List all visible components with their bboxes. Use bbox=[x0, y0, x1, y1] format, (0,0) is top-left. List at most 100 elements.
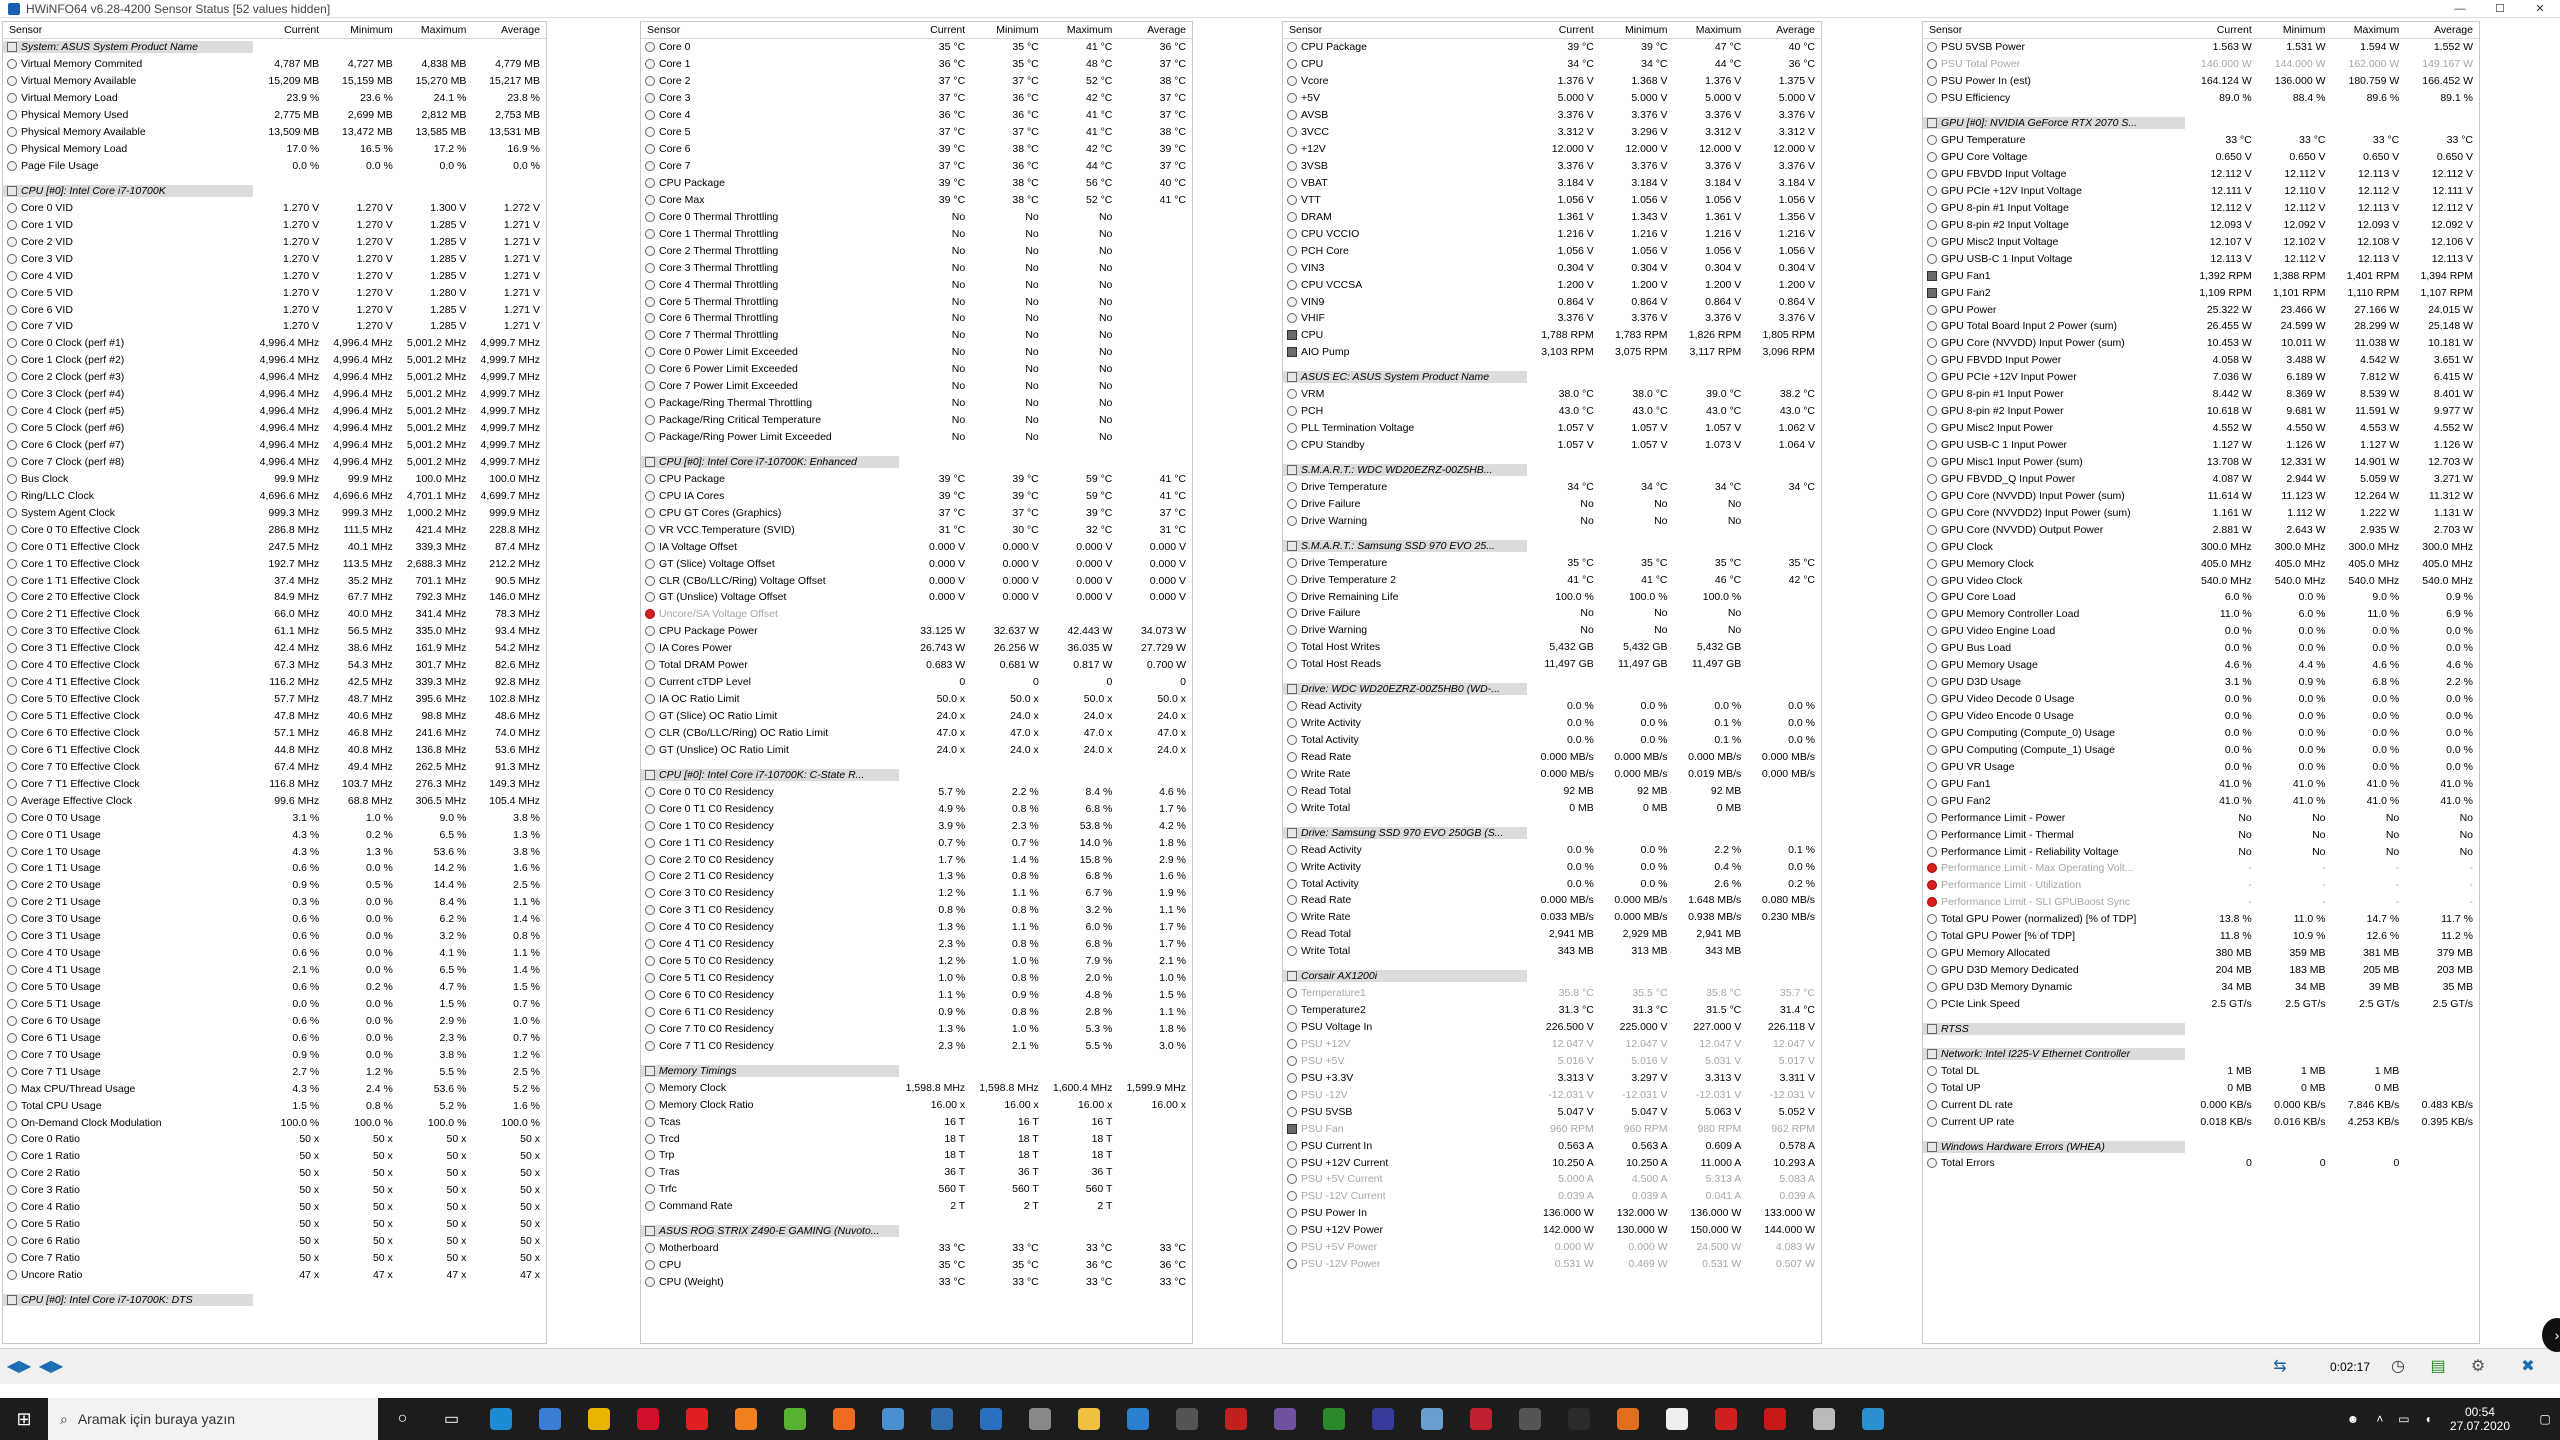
tray-chevron-icon[interactable]: ˄ bbox=[2368, 1412, 2392, 1426]
sensor-row[interactable]: Core 3 T1 Usage 0.6 % 0.0 % 3.2 % 0.8 % bbox=[3, 928, 546, 945]
sensor-row[interactable]: GPU D3D Usage 3.1 % 0.9 % 6.8 % 2.2 % bbox=[1923, 674, 2479, 691]
sensor-row[interactable]: Read Total 92 MB 92 MB 92 MB bbox=[1283, 782, 1821, 799]
sensor-row[interactable]: PCIe Link Speed 2.5 GT/s 2.5 GT/s 2.5 GT/s 2… bbox=[1923, 996, 2479, 1013]
sensor-row[interactable]: GPU Memory Allocated 380 MB 359 MB 381 MB 37… bbox=[1923, 945, 2479, 962]
app-icon-9[interactable] bbox=[1603, 1398, 1652, 1440]
sensor-row[interactable]: Performance Limit - Power No No No No bbox=[1923, 809, 2479, 826]
sensor-panel[interactable]: Sensor Current Minimum Maximum Average System… bbox=[2, 21, 547, 1344]
sensor-row[interactable]: IA Cores Power 26.743 W 26.256 W 36.035 W 27… bbox=[641, 640, 1192, 657]
sensor-row[interactable]: Core 7 VID 1.270 V 1.270 V 1.285 V 1.271 V bbox=[3, 318, 546, 335]
sensor-row[interactable]: PSU Voltage In 226.500 V 225.000 V 227.000 … bbox=[1283, 1019, 1821, 1036]
hwinfo-task-icon[interactable] bbox=[1407, 1398, 1456, 1440]
sensor-row[interactable]: GPU Video Clock 540.0 MHz 540.0 MHz 540.0 M… bbox=[1923, 572, 2479, 589]
sensor-row[interactable]: GPU VR Usage 0.0 % 0.0 % 0.0 % 0.0 % bbox=[1923, 758, 2479, 775]
sensor-row[interactable]: CPU Package 39 °C 39 °C 59 °C 41 °C bbox=[641, 470, 1192, 487]
sensor-row[interactable]: GPU USB-C 1 Input Voltage 12.113 V 12.112 … bbox=[1923, 250, 2479, 267]
sensor-row[interactable]: PSU 5VSB Power 1.563 W 1.531 W 1.594 W 1.552… bbox=[1923, 39, 2479, 56]
sensor-row[interactable]: Total Activity 0.0 % 0.0 % 0.1 % 0.0 % bbox=[1283, 732, 1821, 749]
sensor-row[interactable]: GPU Video Encode 0 Usage 0.0 % 0.0 % 0.0 % 0… bbox=[1923, 708, 2479, 725]
clock-icon[interactable]: ◷ bbox=[2380, 1353, 2416, 1381]
sensor-row[interactable]: Core 6 T1 Usage 0.6 % 0.0 % 2.3 % 0.7 % bbox=[3, 1029, 546, 1046]
sensor-row[interactable]: Core 0 35 °C 35 °C 41 °C 36 °C bbox=[641, 39, 1192, 56]
sensor-row[interactable]: Memory Clock 1,598.8 MHz 1,598.8 MHz 1,600.… bbox=[641, 1079, 1192, 1096]
column-header-sensor[interactable]: Sensor bbox=[1923, 24, 2184, 36]
network-icon[interactable]: ▭ bbox=[2392, 1412, 2416, 1426]
sensor-row[interactable]: Total UP 0 MB 0 MB 0 MB bbox=[1923, 1079, 2479, 1096]
sensor-row[interactable]: CPU Package 39 °C 38 °C 56 °C 40 °C bbox=[641, 175, 1192, 192]
column-header-minimum[interactable]: Minimum bbox=[325, 24, 399, 36]
sensor-row[interactable]: Trp 18 T 18 T 18 T bbox=[641, 1147, 1192, 1164]
sensor-row[interactable]: Core 0 T1 Effective Clock 247.5 MHz 40.1 M… bbox=[3, 538, 546, 555]
sensor-row[interactable]: Core 0 Thermal Throttling No No No bbox=[641, 208, 1192, 225]
column-header-current[interactable]: Current bbox=[252, 24, 326, 36]
sensor-row[interactable]: AVSB 3.376 V 3.376 V 3.376 V 3.376 V bbox=[1283, 107, 1821, 124]
sensor-row[interactable]: Core 1 36 °C 35 °C 48 °C 37 °C bbox=[641, 56, 1192, 73]
sensor-row[interactable]: GPU FBVDD Input Power 4.058 W 3.488 W 4.542… bbox=[1923, 352, 2479, 369]
sensor-row[interactable]: Core 4 Thermal Throttling No No No bbox=[641, 276, 1192, 293]
sensor-row[interactable]: Core 6 T1 Effective Clock 44.8 MHz 40.8 MH… bbox=[3, 741, 546, 758]
sensor-row[interactable]: Core 2 T0 Usage 0.9 % 0.5 % 14.4 % 2.5 % bbox=[3, 877, 546, 894]
nav-right-icon[interactable]: ◀▶ bbox=[36, 1353, 66, 1381]
sensor-row[interactable]: Average Effective Clock 99.6 MHz 68.8 MHz 3… bbox=[3, 792, 546, 809]
column-header-maximum[interactable]: Maximum bbox=[1045, 24, 1119, 36]
sensor-row[interactable]: PSU Power In (est) 164.124 W 136.000 W 180.… bbox=[1923, 73, 2479, 90]
sensor-group-header[interactable]: Drive: Samsung SSD 970 EVO 250GB (S... bbox=[1283, 824, 1821, 841]
sensor-row[interactable]: Core 3 T1 Effective Clock 42.4 MHz 38.6 MH… bbox=[3, 640, 546, 657]
app-icon-6[interactable] bbox=[1358, 1398, 1407, 1440]
sensor-row[interactable]: PSU Total Power 146.000 W 144.000 W 162.000… bbox=[1923, 56, 2479, 73]
sensor-row[interactable]: Virtual Memory Load 23.9 % 23.6 % 24.1 % 23.… bbox=[3, 90, 546, 107]
sensor-row[interactable]: Core 7 Ratio 50 x 50 x 50 x 50 x bbox=[3, 1250, 546, 1267]
sensor-row[interactable]: PSU +12V Power 142.000 W 130.000 W 150.000 … bbox=[1283, 1222, 1821, 1239]
sensor-row[interactable]: Current DL rate 0.000 KB/s 0.000 KB/s 7.846… bbox=[1923, 1096, 2479, 1113]
sensor-row[interactable]: IA Voltage Offset 0.000 V 0.000 V 0.000 V 0.… bbox=[641, 538, 1192, 555]
sensor-row[interactable]: Core 2 T1 Usage 0.3 % 0.0 % 8.4 % 1.1 % bbox=[3, 894, 546, 911]
app-icon-12[interactable] bbox=[1750, 1398, 1799, 1440]
calculator-icon[interactable] bbox=[1162, 1398, 1211, 1440]
start-button[interactable]: ⊞ bbox=[0, 1398, 48, 1440]
sensor-group-header[interactable]: GPU [#0]: NVIDIA GeForce RTX 2070 S... bbox=[1923, 115, 2479, 132]
sensor-row[interactable]: Drive Temperature 2 41 °C 41 °C 46 °C 42 °C bbox=[1283, 571, 1821, 588]
sensor-row[interactable]: Physical Memory Available 13,509 MB 13,472… bbox=[3, 124, 546, 141]
sensor-row[interactable]: Core 7 T1 Usage 2.7 % 1.2 % 5.5 % 2.5 % bbox=[3, 1063, 546, 1080]
sensor-row[interactable]: Core 6 T0 C0 Residency 1.1 % 0.9 % 4.8 % 1.5… bbox=[641, 987, 1192, 1004]
sensor-row[interactable]: Physical Memory Used 2,775 MB 2,699 MB 2,81… bbox=[3, 107, 546, 124]
sensor-row[interactable]: GPU Fan1 1,392 RPM 1,388 RPM 1,401 RPM 1,394… bbox=[1923, 267, 2479, 284]
sensor-row[interactable]: Read Total 2,941 MB 2,929 MB 2,941 MB bbox=[1283, 926, 1821, 943]
sensor-row[interactable]: Tcas 16 T 16 T 16 T bbox=[641, 1113, 1192, 1130]
column-header-current[interactable]: Current bbox=[2184, 24, 2258, 36]
sensor-row[interactable]: GPU Memory Usage 4.6 % 4.4 % 4.6 % 4.6 % bbox=[1923, 657, 2479, 674]
sensor-group-header[interactable]: S.M.A.R.T.: WDC WD20EZRZ-00Z5HB... bbox=[1283, 462, 1821, 479]
sensor-row[interactable]: Core 7 Thermal Throttling No No No bbox=[641, 327, 1192, 344]
sensor-panel[interactable]: Sensor Current Minimum Maximum Average Core 0… bbox=[640, 21, 1193, 1344]
sensor-row[interactable]: GPU PCIe +12V Input Power 7.036 W 6.189 W7… bbox=[1923, 369, 2479, 386]
sensor-panel[interactable]: Sensor Current Minimum Maximum Average CPU Pa… bbox=[1282, 21, 1822, 1344]
sensor-row[interactable]: VRM 38.0 °C 38.0 °C 39.0 °C 38.2 °C bbox=[1283, 386, 1821, 403]
sensor-row[interactable]: Core 6 Thermal Throttling No No No bbox=[641, 310, 1192, 327]
sensor-row[interactable]: Core 1 Clock (perf #2) 4,996.4 MHz 4,996.4… bbox=[3, 352, 546, 369]
sensor-row[interactable]: PCH 43.0 °C 43.0 °C 43.0 °C 43.0 °C bbox=[1283, 403, 1821, 420]
sensor-row[interactable]: Drive Temperature 34 °C 34 °C 34 °C 34 °C bbox=[1283, 478, 1821, 495]
task-view-icon[interactable]: ▭ bbox=[427, 1398, 476, 1440]
sensor-row[interactable]: VTT 1.056 V 1.056 V 1.056 V 1.056 V bbox=[1283, 191, 1821, 208]
sensor-row[interactable]: 3VSB 3.376 V 3.376 V 3.376 V 3.376 V bbox=[1283, 158, 1821, 175]
sensor-row[interactable]: CPU Package 39 °C 39 °C 47 °C 40 °C bbox=[1283, 39, 1821, 56]
sensor-row[interactable]: VIN3 0.304 V 0.304 V 0.304 V 0.304 V bbox=[1283, 259, 1821, 276]
sensor-row[interactable]: Core 0 VID 1.270 V 1.270 V 1.300 V 1.272 V bbox=[3, 199, 546, 216]
sensor-row[interactable]: VIN9 0.864 V 0.864 V 0.864 V 0.864 V bbox=[1283, 293, 1821, 310]
sensor-row[interactable]: Core 4 T1 Usage 2.1 % 0.0 % 6.5 % 1.4 % bbox=[3, 962, 546, 979]
sensor-row[interactable]: Current cTDP Level 0 0 0 0 bbox=[641, 674, 1192, 691]
sensor-row[interactable]: Performance Limit - Thermal No No No No bbox=[1923, 826, 2479, 843]
column-header-sensor[interactable]: Sensor bbox=[641, 24, 898, 36]
sensor-row[interactable]: GT (Slice) Voltage Offset 0.000 V 0.000 V0… bbox=[641, 555, 1192, 572]
utorrent-icon[interactable] bbox=[770, 1398, 819, 1440]
sensor-row[interactable]: Core 6 Clock (perf #7) 4,996.4 MHz 4,996.4… bbox=[3, 437, 546, 454]
sensor-row[interactable]: Core 7 T0 Usage 0.9 % 0.0 % 3.8 % 1.2 % bbox=[3, 1046, 546, 1063]
close-button[interactable]: ✕ bbox=[2520, 0, 2560, 18]
sensor-row[interactable]: Write Total 0 MB 0 MB 0 MB bbox=[1283, 799, 1821, 816]
sensor-row[interactable]: Core 0 Power Limit Exceeded No No No bbox=[641, 344, 1192, 361]
sensor-row[interactable]: Performance Limit - Utilization - - - - bbox=[1923, 877, 2479, 894]
sensor-row[interactable]: +12V 12.000 V 12.000 V 12.000 V 12.000 V bbox=[1283, 141, 1821, 158]
sensor-row[interactable]: Core 1 Ratio 50 x 50 x 50 x 50 x bbox=[3, 1148, 546, 1165]
sensor-row[interactable]: Core 3 37 °C 36 °C 42 °C 37 °C bbox=[641, 90, 1192, 107]
report-icon[interactable]: ▤ bbox=[2420, 1353, 2456, 1381]
